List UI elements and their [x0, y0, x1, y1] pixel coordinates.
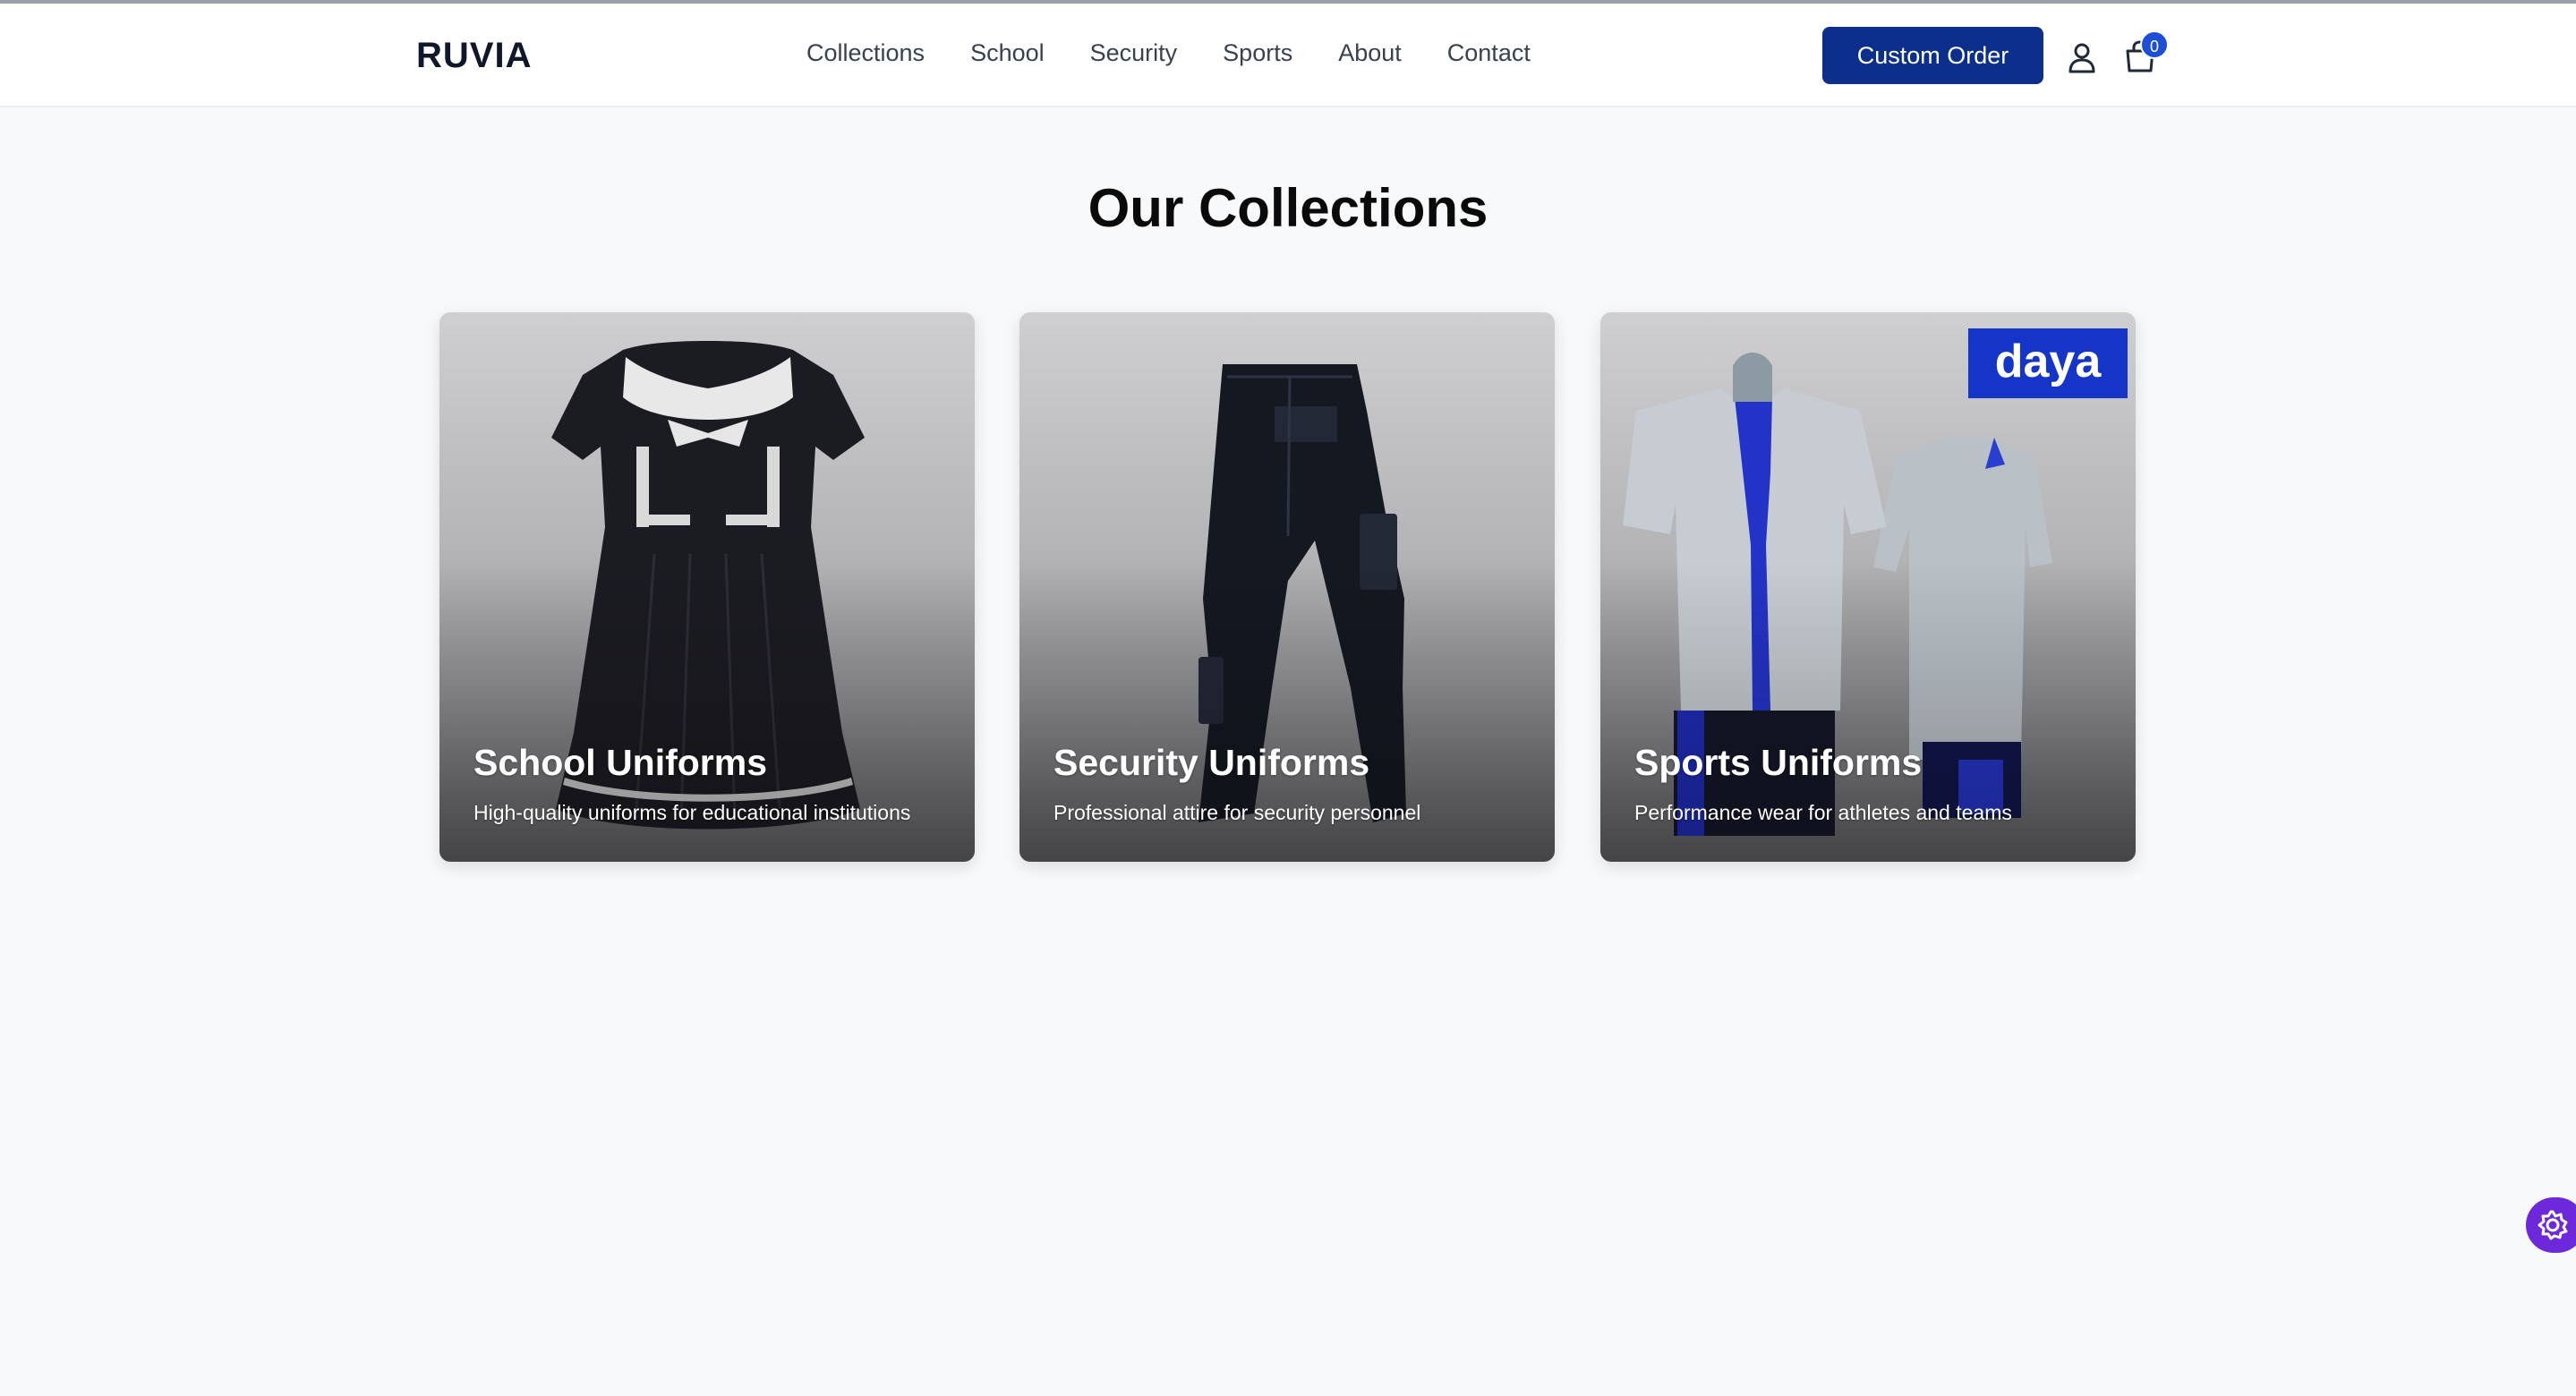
card-title: School Uniforms [473, 742, 768, 783]
site-header: RUVIA Collections School Security Sports… [0, 4, 2576, 107]
nav-sports[interactable]: Sports [1223, 39, 1292, 67]
collection-card-school[interactable]: School Uniforms High-quality uniforms fo… [439, 312, 975, 862]
cart-count-badge: 0 [2140, 30, 2169, 59]
card-description: Performance wear for athletes and teams [1634, 801, 2012, 824]
collection-card-security[interactable]: Security Uniforms Professional attire fo… [1019, 312, 1555, 862]
nav-collections[interactable]: Collections [806, 39, 925, 67]
main-nav: Collections School Security Sports About… [806, 39, 1531, 67]
nav-about[interactable]: About [1338, 39, 1402, 67]
page-title: Our Collections [1088, 178, 1488, 238]
custom-order-button[interactable]: Custom Order [1822, 27, 2043, 84]
card-title: Sports Uniforms [1634, 742, 1923, 783]
card-description: High-quality uniforms for educational in… [473, 801, 911, 824]
site-logo[interactable]: RUVIA [416, 36, 532, 76]
nav-school[interactable]: School [970, 39, 1045, 67]
gear-icon [2538, 1210, 2568, 1240]
floating-settings-button[interactable] [2526, 1197, 2576, 1253]
card-description: Professional attire for security personn… [1053, 801, 1421, 824]
card-title: Security Uniforms [1053, 742, 1370, 783]
nav-security[interactable]: Security [1090, 39, 1178, 67]
collection-card-sports[interactable]: daya Sports Uniforms Performance wear fo… [1600, 312, 2136, 862]
nav-contact[interactable]: Contact [1447, 39, 1531, 67]
user-icon[interactable] [2066, 41, 2098, 73]
